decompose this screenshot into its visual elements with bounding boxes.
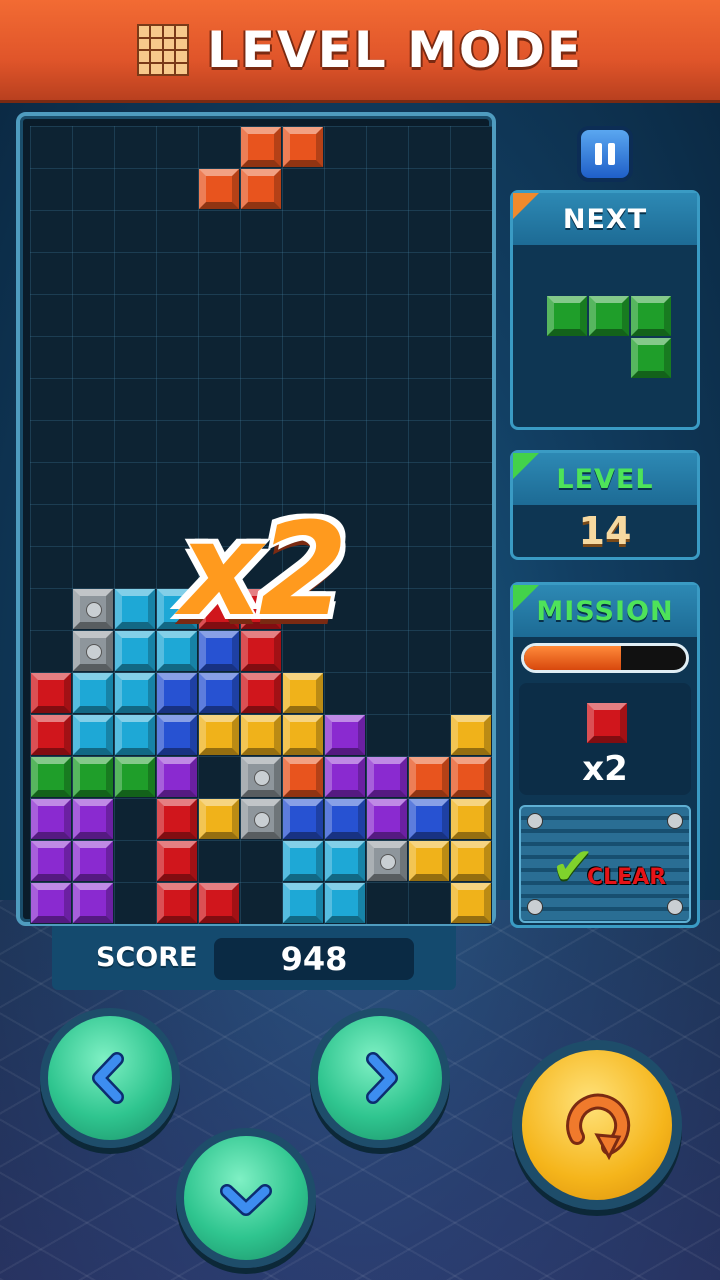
stack-block bbox=[409, 799, 449, 839]
mission-progress-bar bbox=[521, 643, 689, 673]
left-arrow-icon bbox=[92, 1052, 124, 1104]
stack-block bbox=[283, 757, 323, 797]
stack-block bbox=[31, 883, 71, 923]
mission-panel: MISSION x2 ✔ CLEAR bbox=[510, 582, 700, 928]
stack-block bbox=[157, 883, 197, 923]
steel-block bbox=[367, 841, 407, 881]
pause-button[interactable] bbox=[577, 126, 633, 182]
stack-block bbox=[73, 715, 113, 755]
stack-block bbox=[73, 841, 113, 881]
next-block bbox=[547, 296, 588, 337]
stack-block bbox=[325, 715, 365, 755]
stack-block bbox=[199, 715, 239, 755]
stack-block bbox=[241, 715, 281, 755]
header-bar: LEVEL MODE bbox=[0, 0, 720, 100]
stack-block bbox=[451, 715, 491, 755]
stack-block bbox=[199, 799, 239, 839]
stack-block bbox=[73, 757, 113, 797]
stack-block bbox=[115, 673, 155, 713]
stack-block bbox=[73, 673, 113, 713]
stack-block bbox=[409, 757, 449, 797]
mission-target-count: x2 bbox=[582, 749, 628, 789]
clear-label: CLEAR bbox=[587, 865, 667, 890]
mission-target: x2 bbox=[519, 683, 691, 795]
mission-target-block bbox=[587, 703, 627, 743]
stack-block bbox=[199, 673, 239, 713]
down-arrow-icon bbox=[220, 1184, 272, 1216]
stack-block bbox=[325, 799, 365, 839]
mission-progress-fill bbox=[524, 646, 622, 670]
next-panel: NEXT bbox=[510, 190, 700, 430]
stack-block bbox=[31, 673, 71, 713]
move-right-button[interactable] bbox=[310, 1008, 450, 1148]
stack-block bbox=[367, 757, 407, 797]
stack-block bbox=[451, 883, 491, 923]
mission-label: MISSION bbox=[513, 585, 697, 637]
steel-block bbox=[73, 631, 113, 671]
score-label: SCORE bbox=[96, 942, 198, 973]
stack-block bbox=[199, 883, 239, 923]
stack-block bbox=[31, 757, 71, 797]
stack-block bbox=[451, 757, 491, 797]
stack-block bbox=[157, 715, 197, 755]
game-board[interactable]: x2 bbox=[16, 112, 496, 926]
combo-multiplier: x2 bbox=[180, 496, 348, 645]
stack-block bbox=[73, 799, 113, 839]
stack-block bbox=[283, 799, 323, 839]
move-down-button[interactable] bbox=[176, 1128, 316, 1268]
stack-block bbox=[157, 757, 197, 797]
stack-block bbox=[451, 799, 491, 839]
stack-block bbox=[283, 715, 323, 755]
stack-block bbox=[73, 883, 113, 923]
steel-block bbox=[241, 757, 281, 797]
rotate-button[interactable] bbox=[512, 1040, 682, 1210]
next-label: NEXT bbox=[513, 193, 697, 245]
stack-block bbox=[157, 673, 197, 713]
falling-block bbox=[283, 127, 323, 167]
stack-block bbox=[325, 757, 365, 797]
level-value: 14 bbox=[578, 509, 632, 553]
level-label: LEVEL bbox=[513, 453, 697, 505]
stack-block bbox=[283, 673, 323, 713]
stack-block bbox=[157, 799, 197, 839]
pause-icon bbox=[595, 143, 602, 165]
grid-icon bbox=[136, 24, 189, 76]
clear-badge: ✔ CLEAR bbox=[519, 805, 691, 923]
falling-block bbox=[241, 169, 281, 209]
steel-block bbox=[73, 589, 113, 629]
stack-block bbox=[115, 631, 155, 671]
stack-block bbox=[115, 757, 155, 797]
stack-block bbox=[31, 715, 71, 755]
stack-block bbox=[157, 841, 197, 881]
next-block bbox=[631, 296, 672, 337]
page-title: LEVEL MODE bbox=[206, 21, 584, 79]
stack-block bbox=[115, 715, 155, 755]
stack-block bbox=[325, 883, 365, 923]
rotate-icon bbox=[566, 1093, 631, 1161]
stack-block bbox=[31, 799, 71, 839]
score-value: 948 bbox=[214, 938, 414, 980]
stack-block bbox=[283, 841, 323, 881]
stack-block bbox=[325, 841, 365, 881]
score-bar: SCORE 948 bbox=[52, 926, 456, 990]
falling-block bbox=[241, 127, 281, 167]
stack-block bbox=[367, 799, 407, 839]
steel-block bbox=[241, 799, 281, 839]
stack-block bbox=[241, 673, 281, 713]
right-arrow-icon bbox=[366, 1052, 398, 1104]
stack-block bbox=[409, 841, 449, 881]
next-block bbox=[631, 338, 672, 379]
level-panel: LEVEL 14 bbox=[510, 450, 700, 560]
stack-block bbox=[451, 841, 491, 881]
next-piece-preview bbox=[517, 249, 693, 429]
stack-block bbox=[283, 883, 323, 923]
move-left-button[interactable] bbox=[40, 1008, 180, 1148]
stack-block bbox=[115, 589, 155, 629]
falling-block bbox=[199, 169, 239, 209]
next-block bbox=[589, 296, 630, 337]
stack-block bbox=[31, 841, 71, 881]
